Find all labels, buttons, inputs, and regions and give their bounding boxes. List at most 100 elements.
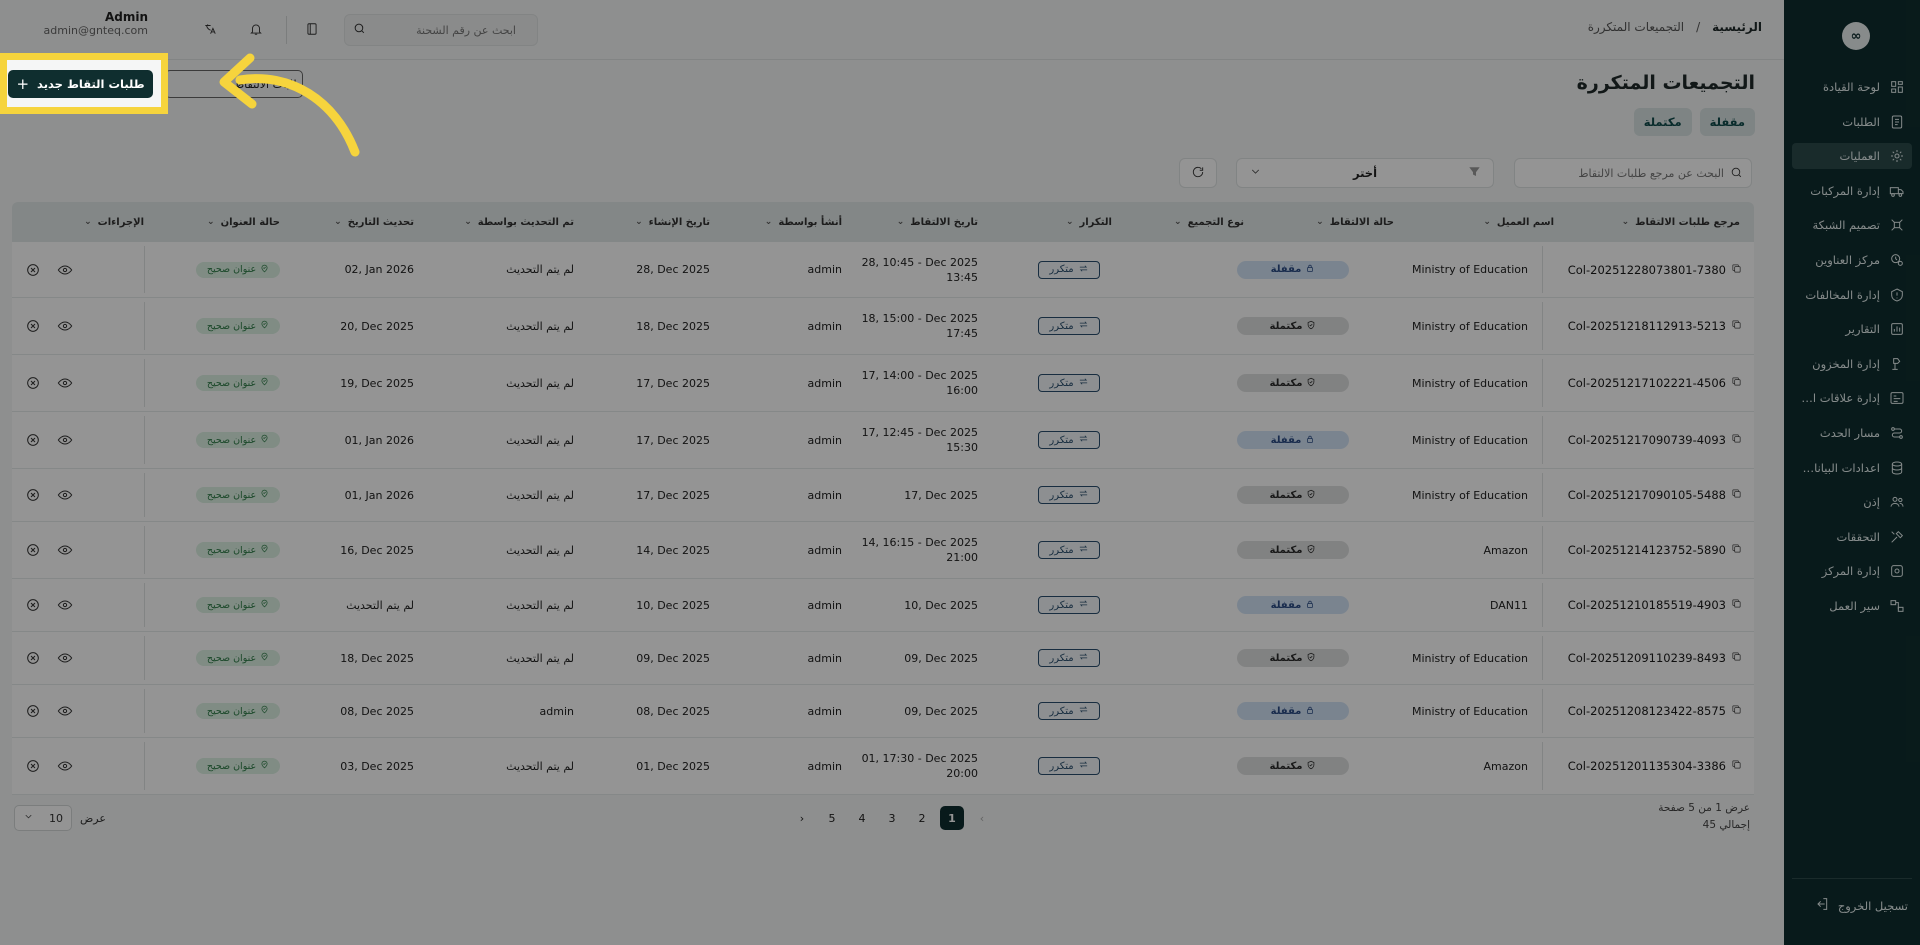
sidebar-item-center-settings[interactable]: إدارة المركز <box>1792 558 1912 584</box>
sidebar-item-orders[interactable]: الطلبات <box>1792 109 1912 135</box>
col-header-actions[interactable]: الإجراءات ⌄ <box>84 202 144 242</box>
language-button[interactable] <box>194 14 226 46</box>
table-row[interactable]: Col-20251228073801-7380 Ministry of Educa… <box>12 242 1754 298</box>
sidebar-item-network[interactable]: تصميم الشبكة <box>1792 212 1912 238</box>
col-header-created-by[interactable]: أنشأ بواسطة ⌄ <box>765 202 842 242</box>
copy-icon[interactable] <box>1731 598 1742 612</box>
next-page-button[interactable]: › <box>790 806 814 830</box>
shipment-search-input[interactable] <box>366 23 516 37</box>
breadcrumb-home[interactable]: الرئيسية <box>1712 20 1762 34</box>
cancel-circle-icon[interactable] <box>24 702 42 720</box>
filter-select[interactable]: أختر <box>1236 158 1494 188</box>
eye-icon[interactable] <box>56 757 74 775</box>
copy-icon[interactable] <box>1731 319 1742 333</box>
copy-icon[interactable] <box>1731 543 1742 557</box>
eye-icon[interactable] <box>56 596 74 614</box>
eye-icon[interactable] <box>56 541 74 559</box>
col-header-status[interactable]: حالة الالتقاط ⌄ <box>1316 202 1394 242</box>
cancel-circle-icon[interactable] <box>24 431 42 449</box>
copy-icon[interactable] <box>1731 759 1742 773</box>
sidebar-item-workflow[interactable]: سير العمل <box>1792 593 1912 619</box>
table-row[interactable]: Col-20251208123422-8575 Ministry of Educa… <box>12 685 1754 738</box>
sidebar-item-reports[interactable]: التقارير <box>1792 316 1912 342</box>
user-menu[interactable]: Admin admin@gnteq.com <box>14 10 176 48</box>
tab-completed[interactable]: مكتملة <box>1633 108 1692 136</box>
new-pickup-button[interactable]: + طلبات التقاط جديد <box>8 70 153 98</box>
col-header-ref[interactable]: مرجع طلبات الالتقاط ⌄ <box>1622 202 1740 242</box>
copy-icon[interactable] <box>1731 651 1742 665</box>
table-row[interactable]: Col-20251217090105-5488 Ministry of Educa… <box>12 469 1754 522</box>
per-page-select[interactable]: 10 <box>14 805 72 831</box>
copy-icon[interactable] <box>1731 704 1742 718</box>
sidebar-item-address[interactable]: مركز العناوين <box>1792 247 1912 273</box>
row-ref[interactable]: Col-20251201135304-3386 <box>1542 738 1742 794</box>
refresh-button[interactable] <box>1179 158 1217 188</box>
row-ref[interactable]: Col-20251217090739-4093 <box>1542 412 1742 468</box>
col-header-client[interactable]: اسم العميل ⌄ <box>1483 202 1554 242</box>
copy-icon[interactable] <box>1731 433 1742 447</box>
table-row[interactable]: Col-20251218112913-5213 Ministry of Educa… <box>12 298 1754 355</box>
book-button[interactable] <box>296 14 328 46</box>
cancel-circle-icon[interactable] <box>24 374 42 392</box>
prev-page-button[interactable]: ‹ <box>970 806 994 830</box>
cancel-circle-icon[interactable] <box>24 757 42 775</box>
table-row[interactable]: Col-20251210185519-4903 DAN11 مقفلة متكرر 10… <box>12 579 1754 632</box>
page-button-2[interactable]: 2 <box>910 806 934 830</box>
eye-icon[interactable] <box>56 431 74 449</box>
copy-icon[interactable] <box>1731 376 1742 390</box>
eye-icon[interactable] <box>56 374 74 392</box>
sidebar-item-crm[interactable]: إدارة علاقات العملاء <box>1792 385 1912 411</box>
table-row[interactable]: Col-20251209110239-8493 Ministry of Educa… <box>12 632 1754 685</box>
copy-icon[interactable] <box>1731 488 1742 502</box>
pickup-ref-search-input[interactable] <box>1524 166 1724 180</box>
sidebar-item-operations[interactable]: العمليات <box>1792 143 1912 170</box>
sidebar-item-event-path[interactable]: مسار الحدث <box>1792 420 1912 446</box>
col-header-created-at[interactable]: تاريخ الإنشاء ⌄ <box>635 202 710 242</box>
tab-locked[interactable]: مقفلة <box>1699 108 1755 136</box>
cancel-circle-icon[interactable] <box>24 317 42 335</box>
sidebar-item-truck[interactable]: إدارة المركبات <box>1792 178 1912 204</box>
cancel-circle-icon[interactable] <box>24 261 42 279</box>
cancel-circle-icon[interactable] <box>24 486 42 504</box>
row-ref[interactable]: Col-20251210185519-4903 <box>1542 579 1742 631</box>
col-header-repeat[interactable]: التكرار ⌄ <box>1066 202 1112 242</box>
sidebar-item-inventory[interactable]: إدارة المخزون <box>1792 351 1912 377</box>
logout-button[interactable]: تسجيل الخروج <box>1814 896 1908 915</box>
page-button-5[interactable]: 5 <box>820 806 844 830</box>
table-row[interactable]: Col-20251217102221-4506 Ministry of Educa… <box>12 355 1754 412</box>
sidebar-item-users[interactable]: إذن <box>1792 489 1912 515</box>
row-ref[interactable]: Col-20251208123422-8575 <box>1542 685 1742 737</box>
eye-icon[interactable] <box>56 486 74 504</box>
row-ref[interactable]: Col-20251217090105-5488 <box>1542 469 1742 521</box>
eye-icon[interactable] <box>56 702 74 720</box>
table-row[interactable]: Col-20251217090739-4093 Ministry of Educa… <box>12 412 1754 469</box>
pickup-requests-button[interactable]: طلبات الالتقاط <box>165 70 303 98</box>
page-button-3[interactable]: 3 <box>880 806 904 830</box>
col-header-updated-at[interactable]: تحديث التاريخ ⌄ <box>334 202 414 242</box>
col-header-address-status[interactable]: حالة العنوان ⌄ <box>207 202 280 242</box>
row-ref[interactable]: Col-20251228073801-7380 <box>1542 242 1742 297</box>
eye-icon[interactable] <box>56 317 74 335</box>
notifications-button[interactable] <box>240 14 272 46</box>
row-ref[interactable]: Col-20251217102221-4506 <box>1542 355 1742 411</box>
row-ref[interactable]: Col-20251209110239-8493 <box>1542 632 1742 684</box>
app-logo[interactable]: ∞ <box>1842 22 1870 50</box>
cancel-circle-icon[interactable] <box>24 541 42 559</box>
copy-icon[interactable] <box>1731 263 1742 277</box>
page-button-4[interactable]: 4 <box>850 806 874 830</box>
sidebar-item-database[interactable]: اعدادات البيانات... <box>1792 455 1912 481</box>
eye-icon[interactable] <box>56 649 74 667</box>
sidebar-item-tools[interactable]: التحققات <box>1792 524 1912 550</box>
row-ref[interactable]: Col-20251214123752-5890 <box>1542 522 1742 578</box>
sidebar-item-violation[interactable]: إدارة المخالفات <box>1792 282 1912 308</box>
table-row[interactable]: Col-20251201135304-3386 Amazon مكتملة متكرر… <box>12 738 1754 795</box>
row-ref[interactable]: Col-20251218112913-5213 <box>1542 298 1742 354</box>
cancel-circle-icon[interactable] <box>24 649 42 667</box>
sidebar-item-dashboard[interactable]: لوحة القيادة <box>1792 74 1912 100</box>
shipment-search[interactable] <box>344 14 538 46</box>
cancel-circle-icon[interactable] <box>24 596 42 614</box>
eye-icon[interactable] <box>56 261 74 279</box>
page-button-1[interactable]: 1 <box>940 806 964 830</box>
col-header-pickup-date[interactable]: تاريخ الالتقاط ⌄ <box>897 202 978 242</box>
col-header-group-type[interactable]: نوع التجميع ⌄ <box>1174 202 1244 242</box>
